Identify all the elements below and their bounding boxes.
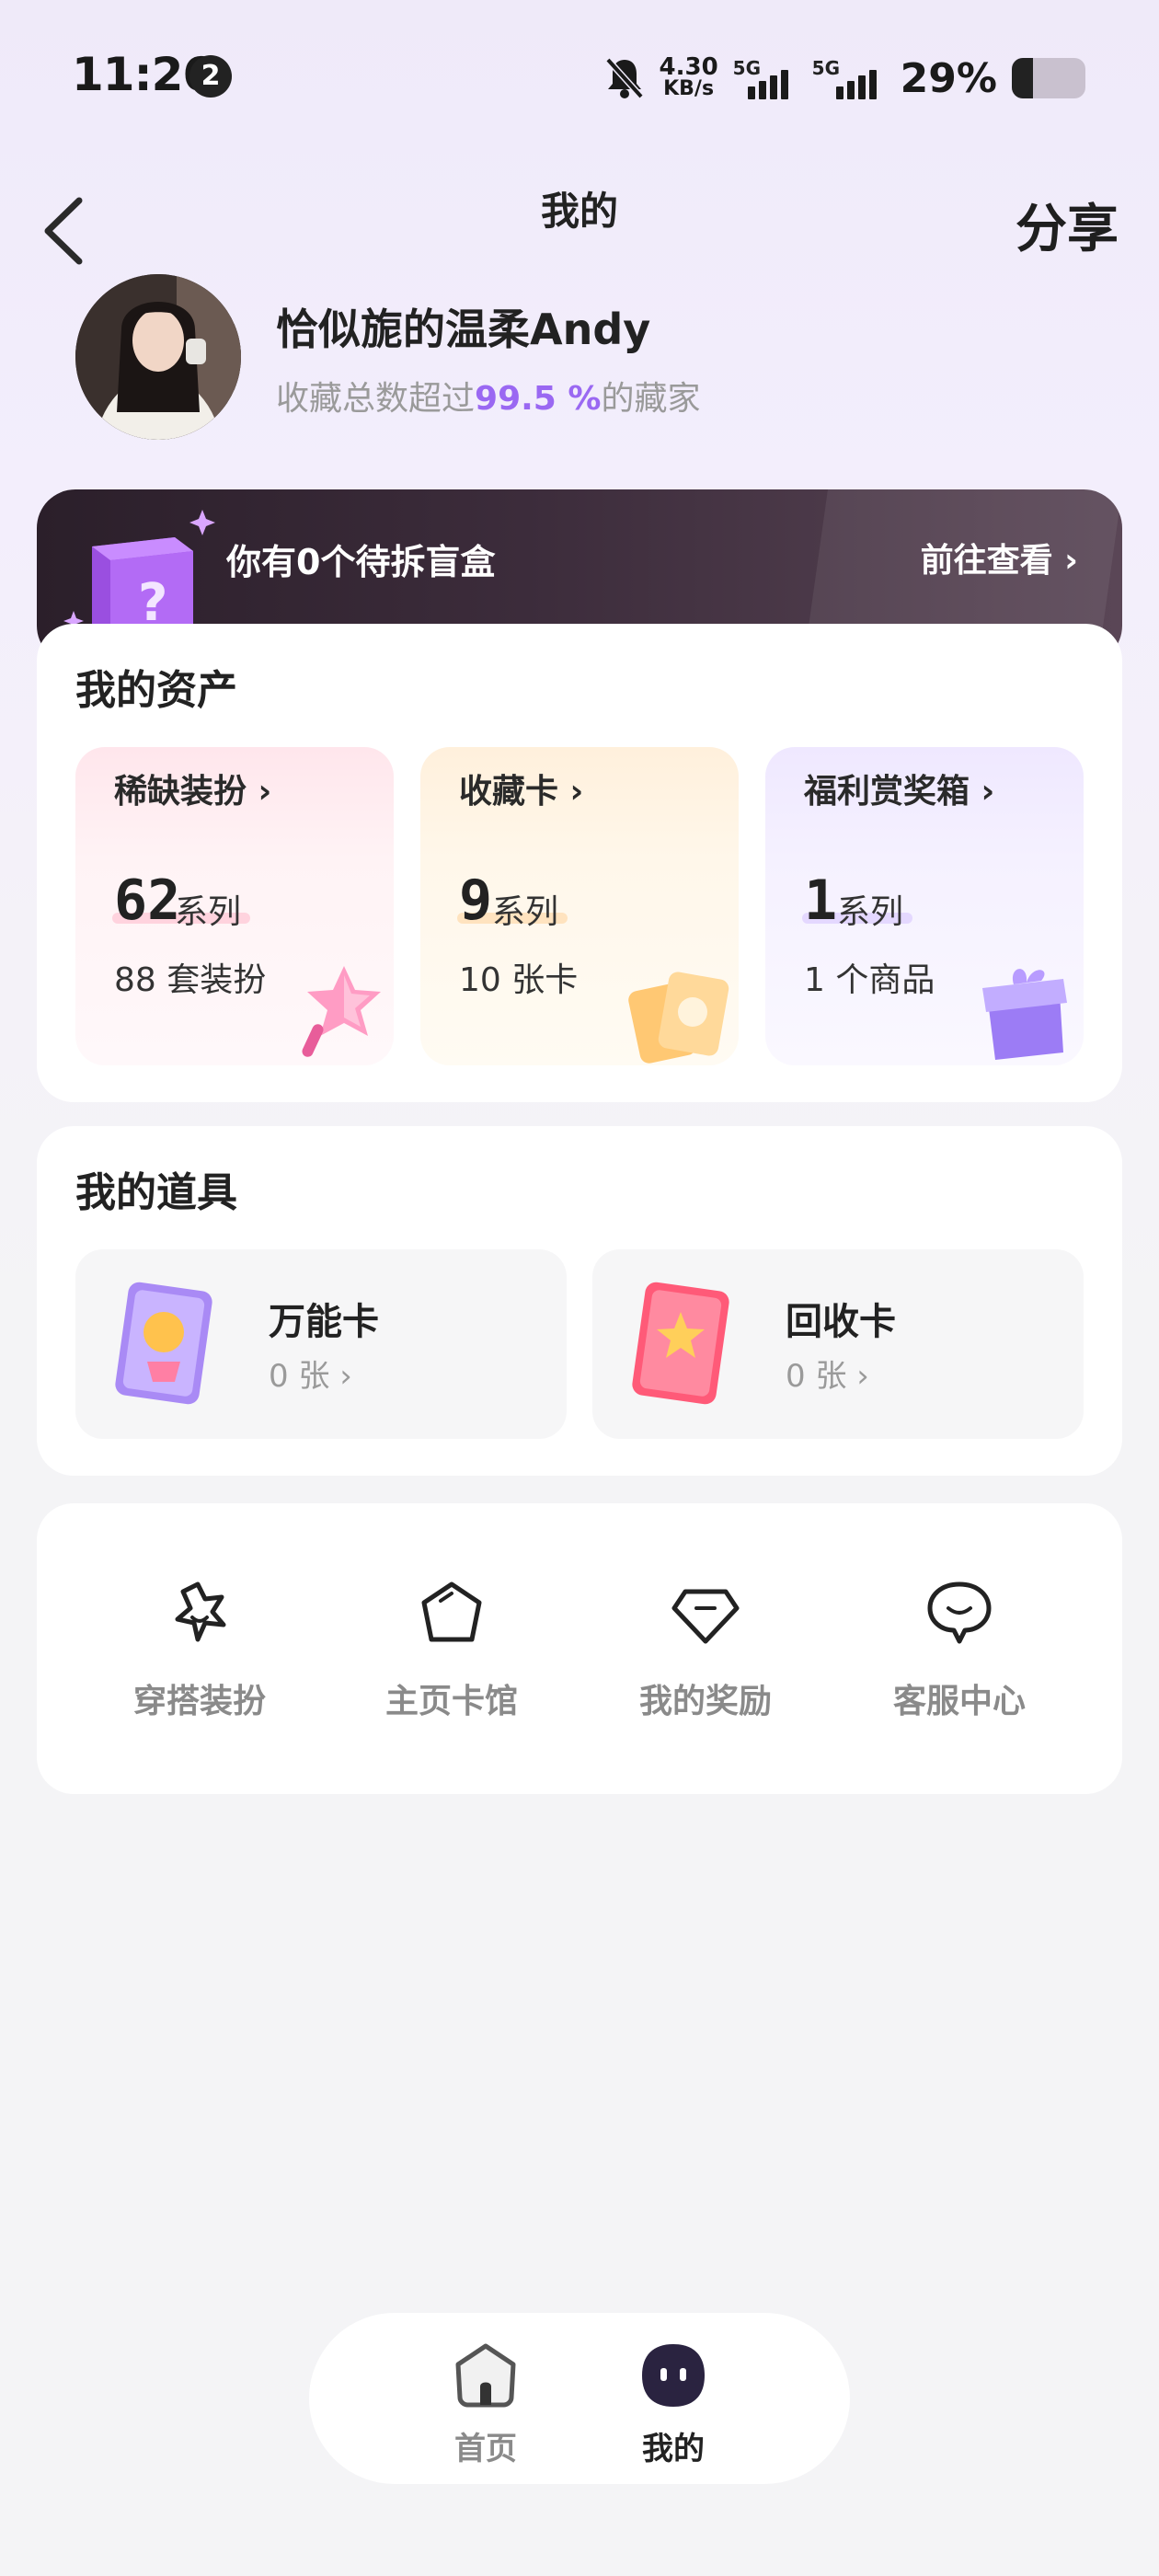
chat-bubble-icon (927, 1581, 992, 1644)
notification-count-badge: 2 (189, 55, 232, 98)
status-right-group: 4.30 KB/s 5G 5G 29% (604, 46, 1085, 110)
menu-label: 我的奖励 (638, 1683, 772, 1720)
prop-count: 0 张 › (786, 1358, 869, 1395)
asset-value: 62 (114, 868, 181, 933)
props-title: 我的道具 (75, 1169, 237, 1216)
cards-icon (628, 972, 729, 1064)
prop-name: 回收卡 (786, 1301, 896, 1343)
page-title: 我的 (540, 189, 618, 234)
asset-unit: 系列 (175, 893, 242, 931)
gift-box-icon (982, 969, 1067, 1060)
prop-universal-card[interactable]: 万能卡 0 张 › (75, 1249, 567, 1439)
prop-count: 0 张 › (269, 1358, 352, 1395)
nav-home[interactable]: 首页 (421, 2340, 550, 2468)
asset-rare-outfits[interactable]: 稀缺装扮 › 62 系列 88 套装扮 (75, 747, 394, 1065)
menu-customer-service[interactable]: 客服中心 (863, 1577, 1056, 1722)
asset-unit: 系列 (837, 893, 904, 931)
star-popsicle-icon (302, 966, 381, 1057)
star-hanger-icon (175, 1581, 226, 1642)
signal-5g-2-icon: 5G (812, 57, 886, 99)
asset-label: 福利赏奖箱 › (804, 773, 995, 811)
universal-card-icon (115, 1282, 212, 1405)
asset-desc: 10 张卡 (459, 961, 579, 999)
bell-muted-icon (604, 57, 644, 99)
share-button[interactable]: 分享 (1016, 188, 1119, 262)
menu-label: 主页卡馆 (384, 1683, 518, 1720)
battery-icon (1012, 58, 1085, 98)
bottom-nav (309, 2313, 850, 2484)
nav-label: 首页 (454, 2431, 517, 2467)
diamond-icon (671, 1589, 740, 1644)
asset-value: 1 (804, 868, 838, 933)
asset-desc: 1 个商品 (804, 961, 935, 999)
asset-reward-box[interactable]: 福利赏奖箱 › 1 系列 1 个商品 (765, 747, 1084, 1065)
prop-recycle-card[interactable]: 回收卡 0 张 › (592, 1249, 1084, 1439)
collector-rank-text: 收藏总数超过99.5 %的藏家 (276, 380, 701, 418)
signal-5g-1-icon: 5G (733, 57, 798, 99)
asset-unit: 系列 (492, 893, 559, 931)
prop-name: 万能卡 (269, 1301, 379, 1343)
username: 恰似旎的温柔Andy (276, 305, 651, 354)
menu-homepage-gallery[interactable]: 主页卡馆 (355, 1577, 548, 1722)
nav-mine[interactable]: 我的 (609, 2340, 738, 2468)
pentagon-icon (421, 1581, 482, 1642)
chevron-left-icon (44, 197, 83, 265)
menu-my-rewards[interactable]: 我的奖励 (609, 1577, 802, 1722)
collector-rank-percent: 99.5 % (475, 380, 602, 418)
net-speed: 4.30 KB/s (659, 53, 718, 100)
back-button[interactable] (40, 190, 123, 272)
menu-outfit[interactable]: 穿搭装扮 (103, 1577, 296, 1722)
asset-label: 收藏卡 › (459, 773, 584, 811)
asset-desc: 88 套装扮 (114, 961, 267, 999)
asset-value: 9 (459, 868, 493, 933)
blind-box-view-link[interactable]: 前往查看 › (921, 534, 1078, 581)
blind-box-text: 你有0个待拆盲盒 (226, 542, 496, 582)
nav-label: 我的 (642, 2431, 705, 2467)
battery-percent: 29% (900, 54, 997, 102)
home-icon (455, 2343, 516, 2408)
recycle-card-icon (632, 1282, 729, 1405)
face-icon (642, 2344, 705, 2407)
assets-title: 我的资产 (75, 667, 237, 714)
menu-label: 客服中心 (892, 1683, 1026, 1720)
asset-label: 稀缺装扮 › (114, 773, 272, 811)
avatar[interactable] (75, 274, 241, 440)
asset-collection-cards[interactable]: 收藏卡 › 9 系列 10 张卡 (420, 747, 739, 1065)
menu-label: 穿搭装扮 (132, 1683, 266, 1720)
